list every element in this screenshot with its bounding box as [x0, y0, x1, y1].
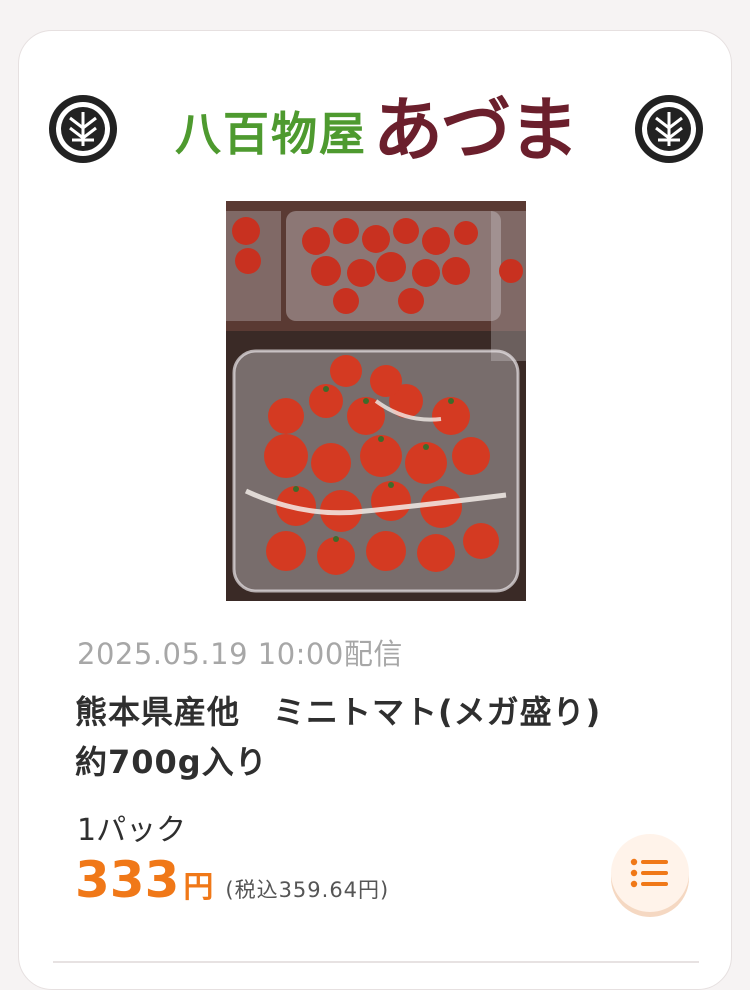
list-icon: [630, 857, 670, 889]
price-currency: 円: [183, 870, 214, 905]
family-crest-icon: [49, 95, 117, 163]
product-title[interactable]: 熊本県産他 ミニトマト(メガ盛り) 約700g入り: [75, 687, 695, 787]
store-name-green: 八百物屋: [175, 107, 367, 161]
price-value: 333: [75, 851, 180, 909]
store-logo: 八百物屋 あづま: [49, 89, 703, 169]
price-tax-note: (税込359.64円): [225, 878, 390, 902]
product-image[interactable]: [226, 201, 526, 601]
product-title-line1: 熊本県産他 ミニトマト(メガ盛り): [75, 693, 602, 731]
family-crest-icon: [635, 95, 703, 163]
product-title-line2: 約700g入り: [75, 743, 268, 781]
list-button[interactable]: [611, 834, 689, 912]
product-card[interactable]: 八百物屋 あづま 2025.05.19 10:00配信 熊本県産他 ミニトマト(…: [18, 30, 732, 990]
delivery-date: 2025.05.19 10:00配信: [77, 637, 403, 671]
store-name: 八百物屋 あづま: [117, 89, 635, 169]
price-row: 333 円 (税込359.64円): [75, 851, 389, 909]
divider: [53, 961, 699, 963]
store-name-red: あづま: [373, 88, 579, 171]
product-unit: 1パック: [77, 813, 187, 848]
